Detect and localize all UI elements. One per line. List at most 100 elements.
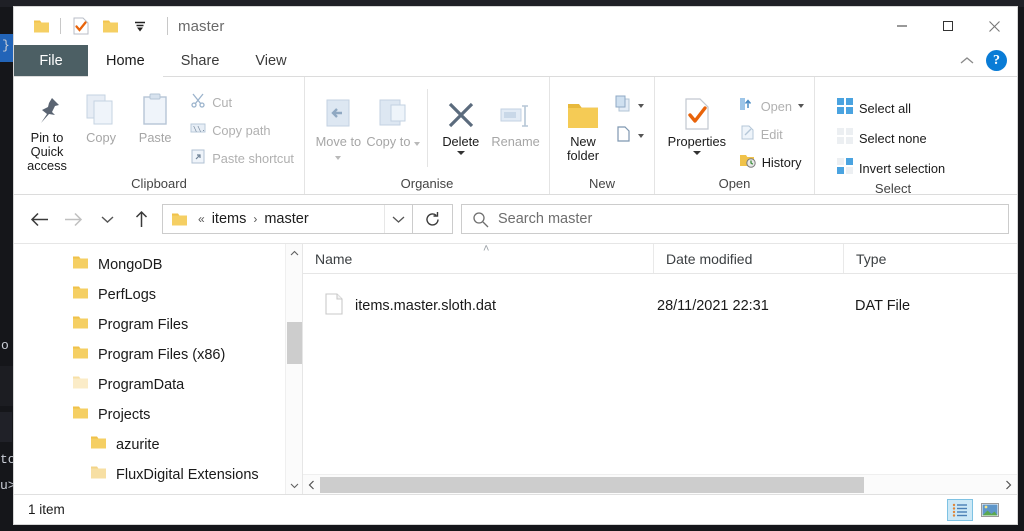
folder-icon[interactable] [95,11,125,41]
easy-access-icon [614,125,632,147]
chevron-up-icon[interactable] [954,48,980,74]
open-button[interactable]: Open [735,93,808,119]
column-header-type[interactable]: Type [843,244,1017,273]
table-row[interactable]: items.master.sloth.dat 28/11/2021 22:31 … [303,284,1017,328]
refresh-button[interactable] [413,204,453,234]
scrollbar-thumb[interactable] [320,476,864,493]
edit-button[interactable]: Edit [735,121,808,147]
properties-check-icon [682,93,712,131]
scroll-left-button[interactable] [303,480,320,490]
history-button[interactable]: History [735,149,808,175]
column-header-name[interactable]: Name ˄ [303,243,653,273]
navigation-pane: MongoDB PerfLogs Program Files Program F… [14,244,302,494]
tree-item-label: Program Files (x86) [98,347,226,363]
cut-button[interactable]: Cut [186,89,298,115]
tree-item-programdata[interactable]: ProgramData [14,370,302,400]
select-all-button[interactable]: Select all [833,95,949,121]
select-none-button[interactable]: Select none [833,125,949,151]
tab-view[interactable]: View [237,45,304,76]
tree-item-fluxdigital-extensions[interactable]: FluxDigital Extensions [14,460,302,490]
scroll-up-button[interactable] [286,244,302,261]
search-input[interactable]: Search master [498,211,592,227]
maximize-button[interactable] [925,7,971,45]
new-folder-button[interactable]: New folder [556,87,610,163]
breadcrumb[interactable]: « items › master [162,204,413,234]
tree-item-program-files[interactable]: Program Files [14,310,302,340]
large-icons-view-button[interactable] [977,499,1003,521]
folder-icon [72,255,89,275]
forward-button[interactable] [56,202,90,236]
chevron-down-icon[interactable] [456,151,465,155]
chevron-down-icon[interactable] [692,151,701,155]
new-item-button[interactable] [610,95,648,117]
file-list-horizontal-scrollbar[interactable] [303,474,1017,494]
properties-check-icon[interactable] [65,11,95,41]
copy-icon [85,89,117,127]
folder-icon[interactable] [26,11,56,41]
search-box[interactable]: Search master [461,204,1009,234]
tree-item-label: Program Files [98,317,189,333]
copy-to-icon [377,93,409,131]
close-button[interactable] [971,7,1017,45]
copy-button[interactable]: Copy [74,83,128,145]
breadcrumb-item-items[interactable]: items [209,211,250,227]
tree-item-label: Projects [98,407,151,423]
breadcrumb-overflow[interactable]: « [194,212,209,226]
easy-access-button[interactable] [610,125,648,147]
copy-path-button[interactable]: \\.. Copy path [186,117,298,143]
breadcrumb-dropdown-button[interactable] [384,205,412,233]
scrollbar-track[interactable] [320,476,1000,494]
tab-home[interactable]: Home [88,45,163,77]
tree-item-label: MongoDB [98,257,163,273]
tree-item-program-files-x86[interactable]: Program Files (x86) [14,340,302,370]
back-button[interactable] [22,202,56,236]
button-label: Copy to [366,135,420,149]
move-to-button[interactable]: Move to [311,87,366,163]
up-button[interactable] [124,202,158,236]
group-label: Clipboard [131,176,187,191]
group-label: Open [718,176,751,191]
invert-selection-icon [837,157,853,179]
delete-x-icon [445,93,477,131]
tree-item-azurite[interactable]: azurite [14,430,302,460]
file-explorer-window: master File Home Share View ? Pin to Qui… [14,7,1017,524]
breadcrumb-item-master[interactable]: master [261,211,311,227]
pin-icon [32,89,62,127]
chevron-down-icon[interactable] [798,104,804,108]
details-view-icon [952,503,967,517]
tab-share[interactable]: Share [163,45,238,76]
tree-item-mongodb[interactable]: MongoDB [14,250,302,280]
copy-to-button[interactable]: Copy to [366,87,421,149]
view-toggle-group [947,498,1003,521]
column-headers: Name ˄ Date modified Type [303,243,1017,274]
button-label: Copy [86,130,117,145]
chevron-down-icon[interactable] [638,134,644,138]
tree-item-projects[interactable]: Projects [14,400,302,430]
scroll-down-button[interactable] [286,477,302,494]
tab-file[interactable]: File [14,45,88,76]
delete-button[interactable]: Delete [433,87,488,155]
chevron-down-icon[interactable] [638,104,644,108]
paste-shortcut-button[interactable]: Paste shortcut [186,145,298,171]
folder-icon [72,405,89,425]
folder-icon [90,435,107,455]
properties-button[interactable]: Properties [661,87,733,155]
tree-item-perflogs[interactable]: PerfLogs [14,280,302,310]
customize-dropdown-icon[interactable] [125,11,155,41]
details-view-button[interactable] [947,498,973,521]
paste-icon [140,89,170,127]
scroll-right-button[interactable] [1000,480,1017,490]
rename-button[interactable]: Rename [488,87,543,149]
paste-button[interactable]: Paste [128,83,182,145]
help-button[interactable]: ? [986,50,1007,71]
recent-locations-button[interactable] [90,202,124,236]
navigation-pane-scrollbar[interactable] [285,244,302,494]
minimize-button[interactable] [879,7,925,45]
column-header-date-modified[interactable]: Date modified [653,244,843,273]
scrollbar-thumb[interactable] [287,322,302,364]
folder-icon [72,285,89,305]
pin-to-quick-access-button[interactable]: Pin to Quick access [20,83,74,173]
button-label: History [761,154,802,170]
invert-selection-button[interactable]: Invert selection [833,155,949,181]
select-all-icon [837,97,853,119]
